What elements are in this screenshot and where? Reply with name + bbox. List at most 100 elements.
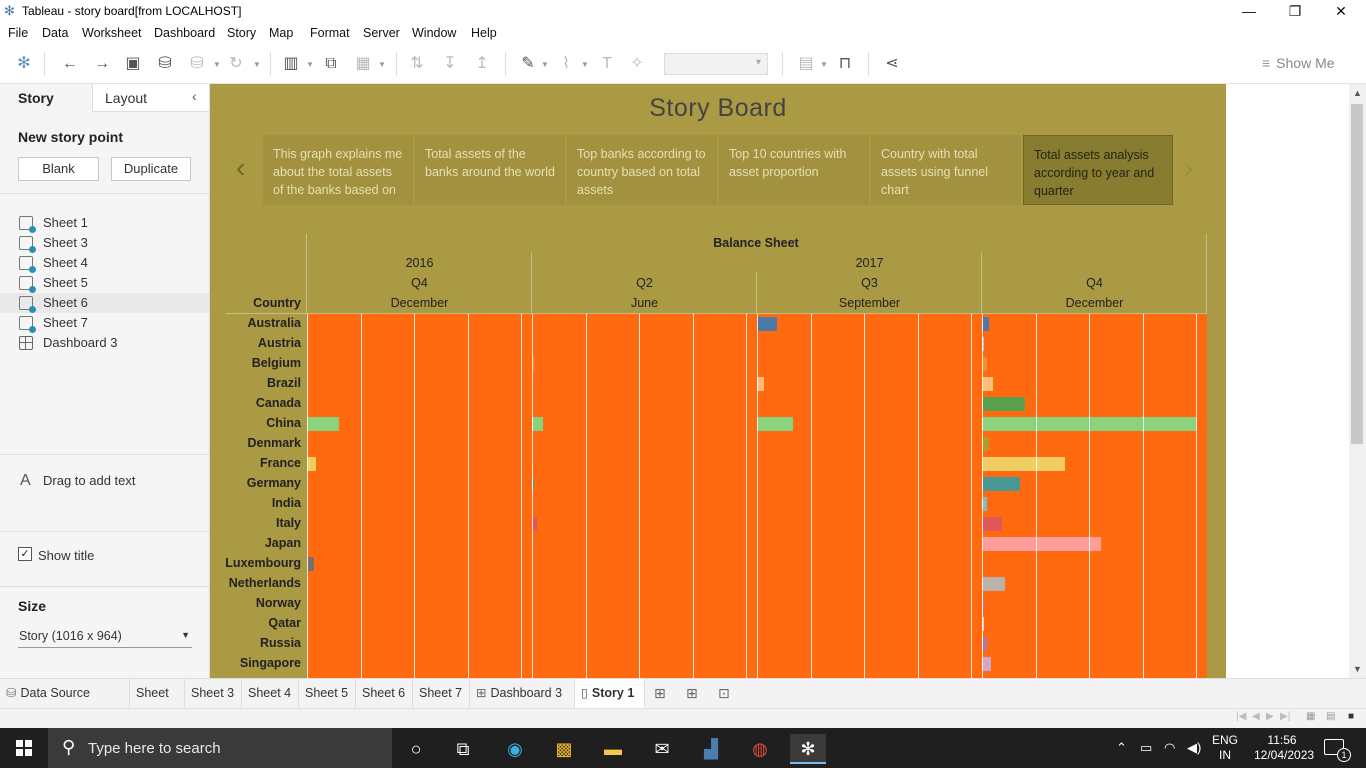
duplicate-icon[interactable]: ⧉ <box>320 54 342 74</box>
new-worksheet-icon[interactable]: ▥ <box>280 54 302 74</box>
new-story-icon[interactable]: ⊡ <box>718 685 730 702</box>
tab-data-source[interactable]: ⛁ Data Source <box>0 679 130 708</box>
menu-dashboard[interactable]: Dashboard <box>154 26 215 40</box>
bar-mark[interactable] <box>982 537 1102 551</box>
new-worksheet-icon[interactable]: ⊞ <box>654 685 666 702</box>
bar-mark[interactable] <box>307 417 339 431</box>
sort-desc-icon[interactable]: ↥ <box>471 54 493 74</box>
previous-story-point-arrow[interactable]: ‹ <box>236 152 245 184</box>
cortana-icon[interactable]: ○ <box>398 734 434 764</box>
sheet-item-sheet-7[interactable]: Sheet 7 <box>0 313 209 333</box>
chevron-down-icon[interactable]: ▼ <box>306 60 314 69</box>
chevron-down-icon[interactable]: ▼ <box>820 60 828 69</box>
bar-mark[interactable] <box>757 417 793 431</box>
pause-updates-icon[interactable]: ⛁ <box>186 54 208 74</box>
bar-mark[interactable] <box>982 477 1021 491</box>
next-page-icon[interactable]: ▶ <box>1266 711 1274 722</box>
sheet-item-sheet-3[interactable]: Sheet 3 <box>0 233 209 253</box>
task-view-icon[interactable]: ⧉ <box>445 734 481 764</box>
tab-sheet-1[interactable]: Sheet 1 <box>130 679 185 728</box>
bar-mark[interactable] <box>757 377 764 391</box>
menu-help[interactable]: Help <box>471 26 497 40</box>
highlight-icon[interactable]: ✎ <box>517 54 539 74</box>
tab-dashboard-3[interactable]: ⊞ Dashboard 3 <box>470 679 575 708</box>
undo-icon[interactable]: ← <box>59 54 81 74</box>
chevron-down-icon[interactable]: ▼ <box>213 60 221 69</box>
mail-icon[interactable]: ✉ <box>644 734 680 764</box>
first-page-icon[interactable]: |◀ <box>1236 711 1246 722</box>
bar-mark[interactable] <box>982 457 1066 471</box>
bar-mark[interactable] <box>307 557 314 571</box>
refresh-icon[interactable]: ↻ <box>225 54 247 74</box>
clear-icon[interactable]: ▦ <box>352 54 374 74</box>
story-point-3[interactable]: Top banks according to country based on … <box>567 135 717 205</box>
menu-map[interactable]: Map <box>269 26 293 40</box>
bar-mark[interactable] <box>982 437 989 451</box>
new-dashboard-icon[interactable]: ⊞ <box>686 685 698 702</box>
pin-icon[interactable]: ✧ <box>626 54 648 74</box>
redo-icon[interactable]: → <box>91 54 113 74</box>
labels-icon[interactable]: T <box>596 54 618 74</box>
sheet-item-sheet-5[interactable]: Sheet 5 <box>0 273 209 293</box>
bar-mark[interactable] <box>307 457 316 471</box>
chevron-down-icon[interactable]: ▼ <box>253 60 261 69</box>
vertical-scrollbar[interactable]: ▲ ▼ <box>1349 84 1366 678</box>
file-explorer-icon[interactable]: ▬ <box>595 734 631 764</box>
new-data-source-icon[interactable]: ⛁ <box>154 54 176 74</box>
bar-mark[interactable] <box>982 517 1003 531</box>
story-point-2[interactable]: Total assets of the banks around the wor… <box>415 135 565 205</box>
menu-story[interactable]: Story <box>227 26 256 40</box>
notifications-icon[interactable]: 1 <box>1324 739 1351 762</box>
story-point-6-active[interactable]: Total assets analysis according to year … <box>1023 135 1173 205</box>
chrome-icon[interactable]: ◍ <box>742 734 778 764</box>
app-icon[interactable]: ▟ <box>693 734 729 764</box>
fit-combo[interactable] <box>664 53 768 75</box>
tab-sheet-7[interactable]: Sheet 7 <box>413 679 470 708</box>
annotate-icon[interactable]: ⌇ <box>555 54 577 74</box>
bar-mark[interactable] <box>532 417 544 431</box>
battery-icon[interactable]: ▭ <box>1140 740 1152 756</box>
tab-sheet-4[interactable]: Sheet 4 <box>242 679 299 708</box>
show-tabs-icon[interactable]: ■ <box>1348 711 1354 722</box>
scroll-up-icon[interactable]: ▲ <box>1353 88 1362 98</box>
story-point-4[interactable]: Top 10 countries with asset proportion <box>719 135 869 205</box>
card-layout-icon[interactable]: ▤ <box>795 54 817 74</box>
sheet-item-sheet-1[interactable]: Sheet 1 <box>0 213 209 233</box>
show-hidden-icons-icon[interactable]: ⌃ <box>1116 740 1127 756</box>
show-me-button[interactable]: ≡ Show Me <box>1262 55 1335 71</box>
sheet-item-sheet-6[interactable]: Sheet 6 <box>0 293 209 313</box>
edge-icon[interactable]: ◉ <box>497 734 533 764</box>
volume-icon[interactable]: ◀) <box>1187 740 1201 756</box>
drag-to-add-text[interactable]: Drag to add text <box>43 473 136 488</box>
story-point-1[interactable]: This graph explains me about the total a… <box>263 135 413 205</box>
menu-window[interactable]: Window <box>412 26 456 40</box>
clock[interactable]: 11:56 12/04/2023 <box>1254 733 1314 763</box>
close-button[interactable]: ✕ <box>1318 0 1364 22</box>
start-button[interactable] <box>0 728 48 768</box>
bar-mark[interactable] <box>982 397 1025 411</box>
collapse-pane-icon[interactable]: ‹ <box>192 88 197 104</box>
presentation-icon[interactable]: ⊓ <box>834 54 856 74</box>
show-title-checkbox[interactable]: ✓ <box>18 547 32 561</box>
scroll-down-icon[interactable]: ▼ <box>1353 664 1362 674</box>
size-dropdown[interactable]: Story (1016 x 964) ▼ <box>18 628 192 648</box>
tableau-logo-icon[interactable]: ✻ <box>13 54 35 74</box>
bar-mark[interactable] <box>982 317 989 331</box>
sheet-item-sheet-4[interactable]: Sheet 4 <box>0 253 209 273</box>
tab-sheet-5[interactable]: Sheet 5 <box>299 679 356 708</box>
next-story-point-arrow[interactable]: › <box>1184 152 1193 184</box>
show-filmstrip-icon[interactable]: ▤ <box>1326 711 1335 722</box>
chevron-down-icon[interactable]: ▼ <box>581 60 589 69</box>
show-sheet-sorter-icon[interactable]: ▦ <box>1306 711 1315 722</box>
blank-button[interactable]: Blank <box>18 157 99 181</box>
story-point-5[interactable]: Country with total assets using funnel c… <box>871 135 1021 205</box>
wifi-icon[interactable]: ◠ <box>1164 740 1175 756</box>
minimize-button[interactable]: — <box>1226 0 1272 22</box>
menu-data[interactable]: Data <box>42 26 68 40</box>
store-icon[interactable]: ▩ <box>546 734 582 764</box>
bar-mark[interactable] <box>757 317 778 331</box>
bar-mark[interactable] <box>982 377 994 391</box>
previous-page-icon[interactable]: ◀ <box>1252 711 1260 722</box>
language-indicator[interactable]: ENG IN <box>1210 733 1240 763</box>
taskbar-search[interactable]: ⚲ Type here to search <box>48 728 392 768</box>
